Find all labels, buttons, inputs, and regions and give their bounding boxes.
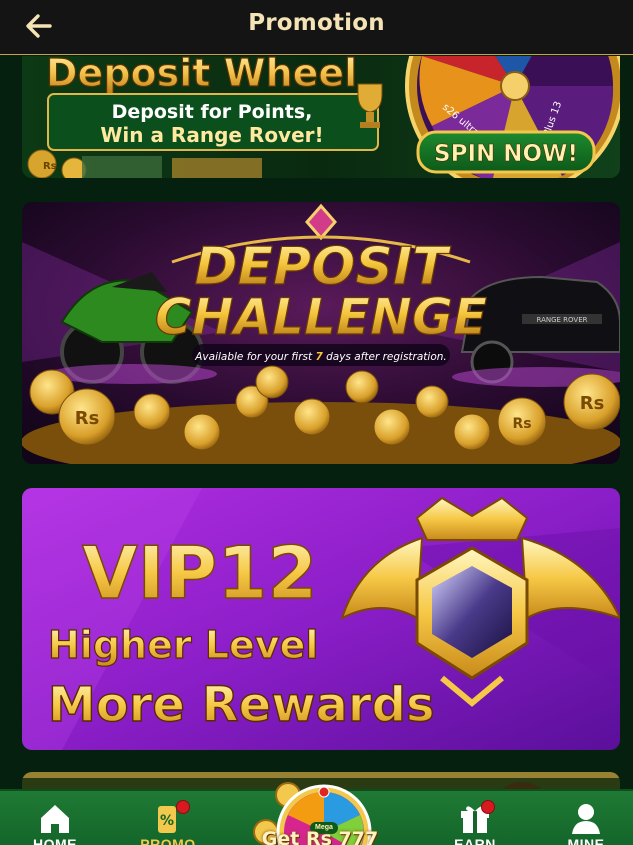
nav-promo[interactable]: % PROMO (123, 791, 213, 845)
promo-badge (176, 800, 190, 814)
user-icon (572, 804, 600, 834)
earn-badge (481, 800, 495, 814)
coin-rs-label: Rs (75, 408, 100, 429)
deposit-challenge-banner[interactable]: RANGE ROVER DEPOSIT CHALLENGE Available … (22, 202, 620, 464)
car-badge: RANGE ROVER (536, 316, 587, 324)
back-button[interactable] (20, 8, 56, 44)
spin-now-label: SPIN NOW! (434, 141, 578, 167)
nav-home[interactable]: HOME (10, 791, 100, 845)
vip-line1: Higher Level (48, 623, 318, 667)
nav-promo-label: PROMO (140, 836, 196, 845)
top-app-bar: Promotion (0, 0, 633, 55)
vip12-banner[interactable]: VIP12 Higher Level More Rewards (22, 488, 620, 750)
get-rs-777-label: Get Rs 777 (261, 828, 379, 845)
nav-mine-label: MINE (567, 836, 605, 845)
banner2-title-line2: CHALLENGE (155, 288, 487, 346)
get-rs-777-button[interactable]: Mega Get Rs 777 (248, 770, 392, 845)
deposit-wheel-banner[interactable]: Rs Deposit Wheel Deposit for Points, Win… (22, 56, 620, 178)
page-title: Promotion (248, 10, 385, 36)
vip-title: VIP12 (82, 531, 317, 615)
promotion-list[interactable]: Rs Deposit Wheel Deposit for Points, Win… (0, 56, 633, 789)
coin-rs-label: Rs (43, 161, 57, 172)
svg-text:%: % (160, 813, 174, 829)
nav-mine[interactable]: MINE (541, 791, 631, 845)
nav-earn-label: EARN (454, 836, 496, 845)
banner1-title: Deposit Wheel (46, 56, 357, 95)
coin-rs-label: Rs (512, 416, 531, 432)
home-icon (41, 805, 69, 833)
spin-now-button[interactable]: SPIN NOW! (416, 130, 596, 174)
banner1-subtitle-line1: Deposit for Points, (112, 101, 313, 123)
banner1-subtitle-line2: Win a Range Rover! (100, 123, 323, 147)
nav-home-label: HOME (33, 836, 77, 845)
availability-note: Available for your first 7 days after re… (194, 351, 447, 363)
vip-line2: More Rewards (48, 677, 435, 733)
nav-earn[interactable]: EARN (430, 791, 520, 845)
coin-rs-label: Rs (580, 393, 605, 414)
arrow-left-icon (26, 14, 52, 38)
